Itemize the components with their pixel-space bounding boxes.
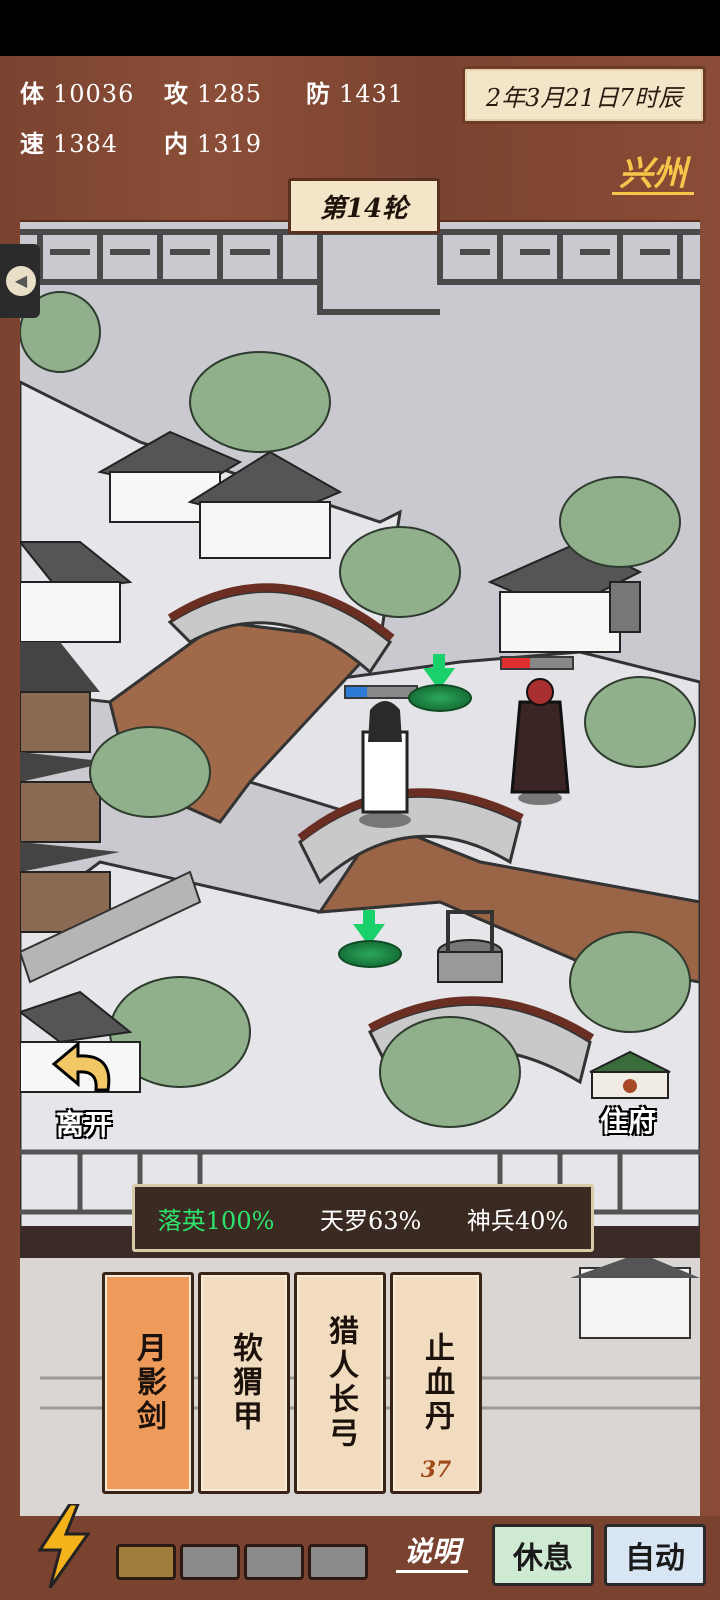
- stat-def-value: 1431: [339, 80, 405, 108]
- item-card-label: 月影剑: [131, 1332, 166, 1434]
- move-circle-1: [408, 684, 472, 712]
- lightning-energy-icon: [28, 1504, 100, 1588]
- help-button[interactable]: 说明: [396, 1530, 468, 1573]
- date-display: 2年3月21日7时辰: [462, 66, 706, 124]
- stat-def: 防 1431: [306, 74, 404, 109]
- item-card-label: 软猬甲: [227, 1332, 262, 1434]
- stat-int-value: 1319: [197, 130, 263, 158]
- enemy-hp-bar: [500, 656, 574, 670]
- stat-spd-label: 速: [20, 129, 45, 158]
- stat-int: 内 1319: [164, 124, 262, 159]
- stat-hp-value: 10036: [53, 80, 135, 108]
- move-circle-2: [338, 940, 402, 968]
- item-card-hemostatic-pill[interactable]: 止血丹 37: [390, 1272, 482, 1494]
- stat-hp-label: 体: [20, 79, 45, 108]
- skill-1: 落英100%: [157, 1206, 275, 1235]
- leave-button[interactable]: 离开: [48, 1038, 124, 1143]
- stat-atk-value: 1285: [197, 80, 263, 108]
- status-bar: [0, 0, 720, 56]
- residence-button[interactable]: 住府: [600, 1100, 656, 1140]
- skill-2: 天罗63%: [319, 1206, 422, 1235]
- item-card-label: 猎人长弓: [323, 1315, 358, 1451]
- return-arrow-icon: [51, 1040, 111, 1092]
- round-indicator: 第14轮: [288, 178, 440, 234]
- energy-slot: [180, 1544, 240, 1580]
- stat-atk-label: 攻: [164, 79, 189, 108]
- item-card-label: 止血丹: [419, 1332, 454, 1434]
- city-name[interactable]: 兴州: [612, 146, 694, 195]
- item-card-moon-shadow-sword[interactable]: 月影剑: [102, 1272, 194, 1494]
- lattice-wall: [20, 229, 700, 315]
- player-hp-bar: [344, 685, 418, 699]
- leave-label: 离开: [56, 1108, 113, 1141]
- chevron-left-icon: ◀: [6, 266, 36, 296]
- item-count: 37: [420, 1457, 452, 1483]
- stat-atk: 攻 1285: [164, 74, 262, 109]
- rest-button[interactable]: 休息: [492, 1524, 594, 1586]
- item-card-hunter-longbow[interactable]: 猎人长弓: [294, 1272, 386, 1494]
- residence-label: 住府: [600, 1105, 657, 1138]
- energy-slot: [308, 1544, 368, 1580]
- stat-spd-value: 1384: [53, 130, 119, 158]
- player-hp-fill: [346, 687, 367, 697]
- stat-hp: 体 10036: [20, 74, 134, 109]
- side-panel-toggle[interactable]: ◀: [0, 244, 40, 318]
- stat-int-label: 内: [164, 129, 189, 158]
- energy-slot: [116, 1544, 176, 1580]
- item-card-soft-armor[interactable]: 软猬甲: [198, 1272, 290, 1494]
- enemy-hp-fill: [502, 658, 530, 668]
- skill-3: 神兵40%: [466, 1206, 569, 1235]
- stat-spd: 速 1384: [20, 124, 118, 159]
- stat-def-label: 防: [306, 79, 331, 108]
- energy-slot: [244, 1544, 304, 1580]
- auto-button[interactable]: 自动: [604, 1524, 706, 1586]
- skill-status-bar: 落英100% 天罗63% 神兵40%: [132, 1184, 594, 1252]
